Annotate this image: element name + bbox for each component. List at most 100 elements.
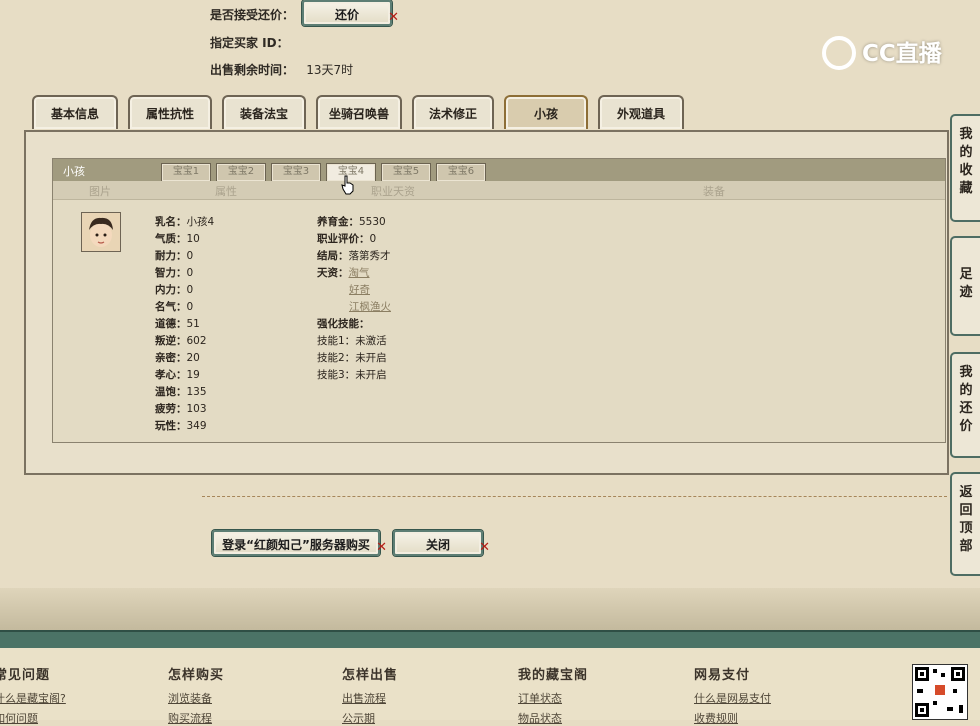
ribbon-knot-icon: ✕ [376, 540, 387, 555]
column-header-row: 图片 属性 职业天资 装备 [53, 181, 945, 200]
attr-intelligence: 智力：0 [155, 265, 193, 280]
career-key: 技能2： [317, 352, 356, 364]
footer-link[interactable]: 公示期 [342, 710, 375, 726]
ribbon-knot-icon: ✕ [479, 540, 490, 555]
footer-heading: 怎样购买 [168, 668, 225, 683]
career-value: 未激活 [355, 335, 387, 347]
attr-satiety: 温饱：135 [155, 384, 207, 399]
career-key: 职业评价： [317, 233, 370, 245]
footer-link[interactable]: 购买流程 [168, 710, 212, 726]
child-panel: 小孩 宝宝1 宝宝2 宝宝3 宝宝4 宝宝5 宝宝6 图片 属性 职业天资 装备… [52, 158, 946, 443]
attr-temperament: 气质：10 [155, 231, 200, 246]
attr-fatigue: 疲劳：103 [155, 401, 207, 416]
side-tab-label: 我的收藏 [959, 127, 973, 196]
attr-key: 叛逆： [155, 335, 187, 347]
subtab-baby-5[interactable]: 宝宝5 [381, 163, 431, 181]
footer-link[interactable]: 什么是藏宝阁? [0, 690, 66, 706]
attr-playfulness: 玩性：349 [155, 418, 207, 433]
career-eval: 职业评价：0 [317, 231, 376, 246]
footer-link[interactable]: 如何问题 [0, 710, 38, 726]
footer-link[interactable]: 物品状态 [518, 710, 562, 726]
child-avatar [81, 212, 121, 252]
side-tab-favorites[interactable]: 我的收藏 [950, 114, 980, 222]
remaining-time-value: 13天7时 [306, 63, 354, 77]
side-tab-back-to-top[interactable]: 返回顶部 [950, 472, 980, 576]
close-button[interactable]: 关闭 ✕ [393, 530, 490, 556]
tab-child[interactable]: 小孩 [504, 95, 588, 129]
subtab-baby-2[interactable]: 宝宝2 [216, 163, 266, 181]
remaining-time-row: 出售剩余时间： 13天7时 [210, 61, 353, 78]
tab-label: 坐骑召唤兽 [328, 107, 389, 121]
attr-endurance: 耐力：0 [155, 248, 193, 263]
talent-row: 江枫渔火 [349, 299, 391, 314]
talent-link[interactable]: 江枫渔火 [349, 301, 391, 313]
talent-link[interactable]: 好奇 [349, 284, 370, 296]
tab-attributes[interactable]: 属性抗性 [128, 95, 212, 129]
career-value: 落第秀才 [348, 250, 391, 262]
subtab-label: 宝宝3 [282, 166, 310, 177]
tab-label: 属性抗性 [145, 107, 194, 121]
career-key: 养育金： [317, 216, 359, 228]
career-skill-3: 技能3：未开启 [317, 367, 387, 382]
footer-link[interactable]: 浏览装备 [168, 690, 212, 706]
attr-name: 乳名：小孩4 [155, 214, 214, 229]
cc-logo-icon [822, 36, 856, 70]
footer-link[interactable]: 什么是网易支付 [694, 690, 771, 706]
login-buy-button[interactable]: 登录“红颜知己”服务器购买 ✕ [212, 530, 387, 556]
subtab-baby-3[interactable]: 宝宝3 [271, 163, 321, 181]
buyer-id-label: 指定买家 ID： [210, 36, 289, 50]
attr-fame: 名气：0 [155, 299, 193, 314]
footer-heading: 怎样出售 [342, 668, 399, 683]
col-career: 职业天资 [371, 185, 415, 198]
attr-key: 温饱： [155, 386, 187, 398]
footer-link[interactable]: 出售流程 [342, 690, 386, 706]
career-key: 技能3： [317, 369, 356, 381]
footer-link[interactable]: 收费规则 [694, 710, 738, 726]
attr-key: 智力： [155, 267, 187, 279]
footer-heading: 常见问题 [0, 668, 51, 683]
tab-mounts-pets[interactable]: 坐骑召唤兽 [316, 95, 402, 129]
career-key: 技能1： [317, 335, 356, 347]
attr-value: 19 [186, 369, 200, 381]
tab-equipment[interactable]: 装备法宝 [222, 95, 306, 129]
subtab-label: 宝宝5 [392, 166, 420, 177]
divider [202, 496, 947, 497]
footer-link[interactable]: 订单状态 [518, 690, 562, 706]
attr-value: 602 [186, 335, 207, 347]
attr-value: 0 [186, 301, 194, 313]
tab-spell-correction[interactable]: 法术修正 [412, 95, 494, 129]
attr-key: 内力： [155, 284, 187, 296]
qr-code-icon [912, 664, 968, 720]
attr-key: 气质： [155, 233, 187, 245]
subtab-baby-6[interactable]: 宝宝6 [436, 163, 486, 181]
child-panel-title: 小孩 [63, 165, 85, 178]
tab-label: 外观道具 [616, 107, 665, 121]
side-tab-my-bargains[interactable]: 我的还价 [950, 352, 980, 458]
attr-value: 51 [186, 318, 200, 330]
footer: 常见问题 什么是藏宝阁? 如何问题 怎样购买 浏览装备 购买流程 怎样出售 出售… [0, 648, 980, 725]
talent-link[interactable]: 淘气 [349, 267, 370, 279]
career-key: 强化技能： [317, 318, 370, 330]
col-equipment: 装备 [703, 185, 725, 198]
child-face-icon [82, 213, 120, 251]
side-tab-label: 足迹 [959, 267, 973, 300]
attr-key: 名气： [155, 301, 187, 313]
tab-appearance[interactable]: 外观道具 [598, 95, 684, 129]
subtab-baby-1[interactable]: 宝宝1 [161, 163, 211, 181]
attr-morality: 道德：51 [155, 316, 200, 331]
tab-basic-info[interactable]: 基本信息 [32, 95, 118, 129]
side-tab-footprints[interactable]: 足迹 [950, 236, 980, 336]
career-value: 0 [369, 233, 377, 245]
attr-key: 乳名： [155, 216, 187, 228]
career-key: 天资： [317, 267, 349, 279]
buyer-id-row: 指定买家 ID： [210, 34, 289, 51]
attr-key: 玩性： [155, 420, 187, 432]
tab-label: 法术修正 [428, 107, 477, 121]
tab-label: 装备法宝 [239, 107, 288, 121]
side-tab-label: 返回顶部 [959, 485, 973, 554]
attr-key: 道德： [155, 318, 187, 330]
attr-key: 亲密： [155, 352, 187, 364]
bargain-button[interactable]: 还价 ✕ [302, 0, 399, 26]
attr-value: 小孩4 [186, 216, 215, 228]
attr-value: 10 [186, 233, 200, 245]
